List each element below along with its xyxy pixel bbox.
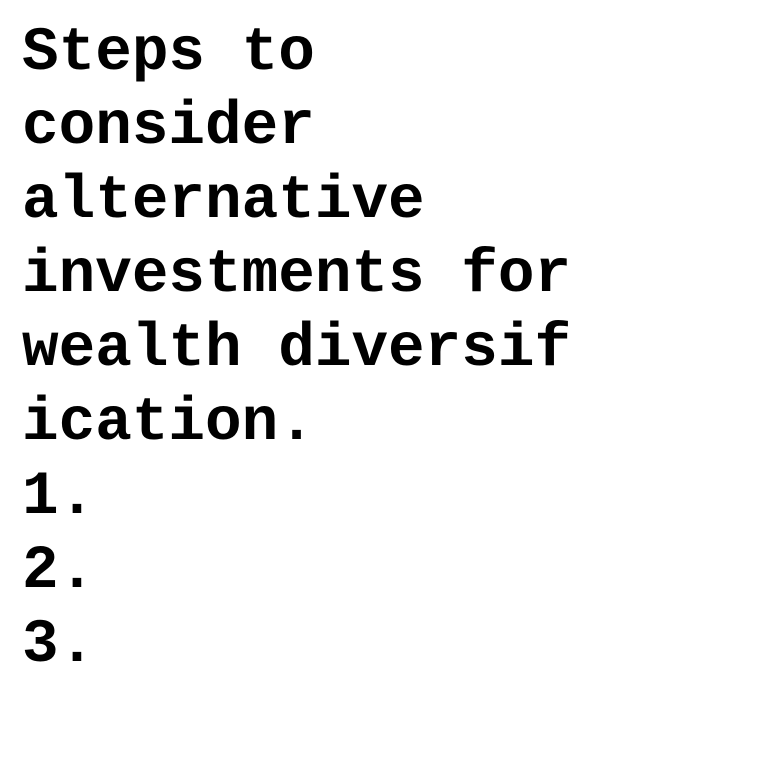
title-line: investments for bbox=[22, 241, 572, 310]
title-line: ication. bbox=[22, 389, 315, 458]
list-item-1: 1. bbox=[22, 463, 96, 532]
document-body: Steps to consider alternative investment… bbox=[22, 17, 752, 683]
list-item-3: 3. bbox=[22, 611, 96, 680]
title-line: consider bbox=[22, 93, 315, 162]
title-line: Steps to bbox=[22, 19, 315, 88]
numbered-list: 1. 2. 3. bbox=[22, 461, 752, 683]
document-title: Steps to consider alternative investment… bbox=[22, 17, 752, 461]
list-item-2: 2. bbox=[22, 537, 96, 606]
title-line: wealth diversif bbox=[22, 315, 572, 384]
title-line: alternative bbox=[22, 167, 425, 236]
